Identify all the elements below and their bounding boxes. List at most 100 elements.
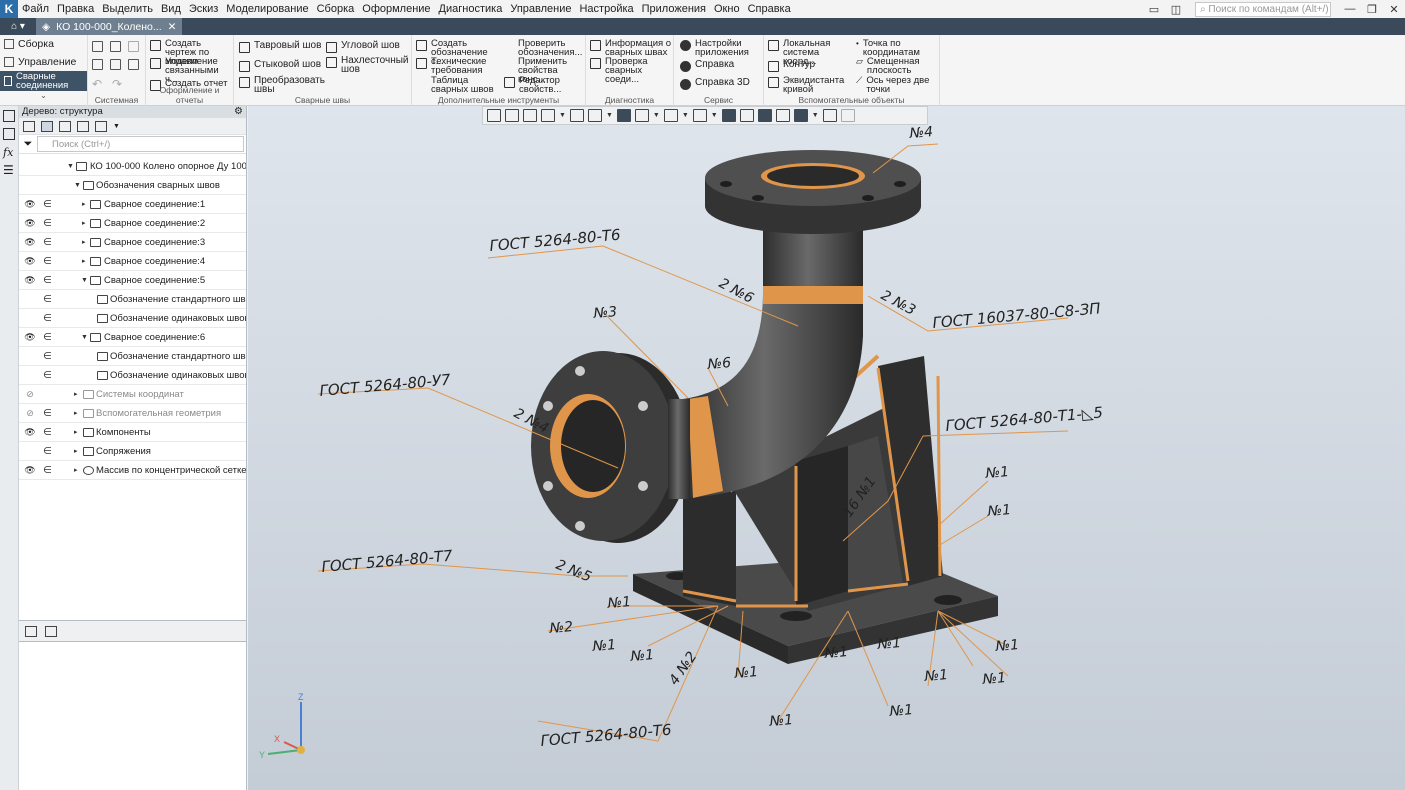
minimize-button[interactable]: — [1339,0,1361,18]
help-button[interactable]: Справка [680,60,734,72]
preview-icon[interactable] [110,59,121,70]
tree-row-std-notation[interactable]: ∈ Обозначение стандартного шва п [19,347,246,366]
annotation-n4[interactable]: №4 [908,124,934,142]
contour-button[interactable]: Контур [768,60,815,72]
tree-row-weld-1[interactable]: 👁 ∈ ▸ Сварное соединение:1 [19,195,246,214]
tree-row-weld-5[interactable]: 👁 ∈ ▼ Сварное соединение:5 [19,271,246,290]
annotation-n1[interactable]: №1 [994,637,1020,655]
tech-requirements-button[interactable]: Технические требования [416,57,502,75]
include-icon[interactable]: ∈ [43,370,53,381]
annotation-n1[interactable]: №1 [591,637,617,655]
tree-row-components[interactable]: 👁 ∈ ▸ Компоненты [19,423,246,442]
annotation-n1[interactable]: №1 [733,664,759,682]
tree-row-weld-2[interactable]: 👁 ∈ ▸ Сварное соединение:2 [19,214,246,233]
tree-structure-icon[interactable] [23,120,35,132]
menu-design[interactable]: Оформление [358,0,434,18]
check-notation-button[interactable]: Проверить обозначения... [518,39,586,58]
properties-panel-icon[interactable] [3,128,15,140]
annotation-gost-16037[interactable]: ГОСТ 16037-80-С8-ЗП [932,299,1101,332]
tree-row-coord-systems[interactable]: ⊘ ▸ Системы координат [19,385,246,404]
menu-management[interactable]: Управление [506,0,575,18]
eye-icon[interactable]: 👁 [24,465,36,476]
menu-assembly[interactable]: Сборка [313,0,359,18]
print-icon[interactable] [92,59,103,70]
expand-arrow-icon[interactable]: ▸ [82,257,86,265]
eye-icon[interactable]: 👁 [24,199,36,210]
expand-arrow-icon[interactable]: ▸ [82,238,86,246]
expand-arrow-icon[interactable]: ▸ [82,219,86,227]
menu-diagnostics[interactable]: Диагностика [435,0,507,18]
tree-row-std-notation[interactable]: ∈ Обозначение стандартного шва п [19,290,246,309]
expand-arrow-icon[interactable]: ▸ [74,390,78,398]
annotation-n1[interactable]: №1 [823,644,849,662]
expand-arrow-icon[interactable]: ▸ [74,466,78,474]
chevron-down-icon[interactable]: ▼ [113,123,120,130]
tee-weld-button[interactable]: Тавровый шов [239,41,321,53]
tree-row-weld-notations[interactable]: ▼ Обозначения сварных швов [19,176,246,195]
help-3d-button[interactable]: Справка 3D [680,78,750,90]
tree-row-same-notation[interactable]: ∈ Обозначение одинаковых швов п [19,309,246,328]
gear-icon[interactable]: ⚙ [234,106,243,118]
menu-modeling[interactable]: Моделирование [222,0,312,18]
include-icon[interactable]: ∈ [43,465,53,476]
expand-arrow-icon[interactable]: ▸ [74,428,78,436]
tree-row-mates[interactable]: ∈ ▸ Сопряжения [19,442,246,461]
restore-button[interactable]: ❐ [1361,0,1383,18]
include-icon[interactable]: ∈ [43,237,53,248]
undo-icon[interactable]: ↶ [92,77,102,91]
collapse-arrow-icon[interactable]: ▼ [81,334,88,341]
home-tab[interactable]: ⌂ ▾ [0,18,36,35]
tree-options-icon[interactable] [95,120,107,132]
menu-view[interactable]: Вид [157,0,185,18]
overlap-weld-button[interactable]: Нахлесточный шов [326,56,409,75]
tree-row-weld-3[interactable]: 👁 ∈ ▸ Сварное соединение:3 [19,233,246,252]
tree-row-weld-6[interactable]: 👁 ∈ ▼ Сварное соединение:6 [19,328,246,347]
new-file-icon[interactable] [92,41,103,52]
collapse-arrow-icon[interactable]: ▼ [81,277,88,284]
menu-help[interactable]: Справка [744,0,795,18]
weld-check-button[interactable]: Проверка сварных соеди... [590,57,674,84]
include-icon[interactable]: ∈ [43,275,53,286]
annotation-n1[interactable]: №1 [876,635,902,653]
expand-arrow-icon[interactable]: ▸ [82,200,86,208]
annotation-n1[interactable]: №1 [606,594,632,612]
annotation-n3[interactable]: №3 [592,304,618,322]
include-icon[interactable]: ∈ [43,427,53,438]
tree-tab-icon[interactable] [25,625,37,637]
equidistant-button[interactable]: Эквидистанта кривой [768,76,854,94]
collapse-arrow-icon[interactable]: ▼ [67,163,74,170]
axis-two-points-button[interactable]: ⟋ Ось через две точки [856,76,938,95]
tree-search-input[interactable]: Поиск (Ctrl+/) [37,136,244,152]
menu-window[interactable]: Окно [710,0,744,18]
offset-plane-button[interactable]: ▱ Смещенная плоскость [856,57,938,76]
save-icon[interactable] [128,41,139,52]
annotation-n1[interactable]: №1 [888,702,914,720]
menu-apps[interactable]: Приложения [638,0,710,18]
annotation-n1[interactable]: №1 [984,464,1010,482]
include-icon[interactable]: ∈ [43,408,53,419]
annotation-n1[interactable]: №1 [629,647,655,665]
tree-components-icon[interactable] [59,120,71,132]
eye-icon[interactable]: 👁 [24,275,36,286]
annotation-n1[interactable]: №1 [986,502,1012,520]
annotation-gost-t7[interactable]: ГОСТ 5264-80-Т7 [321,547,454,576]
tree-row-same-notation[interactable]: ∈ Обозначение одинаковых швов п [19,366,246,385]
include-icon[interactable]: ∈ [43,218,53,229]
point-coords-button[interactable]: • Точка по координатам [856,39,938,58]
app-settings-button[interactable]: Настройки приложения [680,39,762,57]
mode-welds[interactable]: Сварные соединения [0,71,87,91]
include-icon[interactable]: ∈ [43,256,53,267]
annotation-2-n6[interactable]: 2 №6 [716,275,756,306]
mode-assembly[interactable]: Сборка [0,35,87,53]
include-icon[interactable]: ∈ [43,294,53,305]
menu-settings[interactable]: Настройка [575,0,637,18]
axis-triad[interactable]: Z X Y [256,690,316,760]
menu-select[interactable]: Выделить [98,0,157,18]
expand-arrow-icon[interactable]: ▸ [74,447,78,455]
layout-icon[interactable]: ▭ [1143,0,1165,18]
include-icon[interactable]: ∈ [43,332,53,343]
screen-icon[interactable]: ◫ [1165,0,1187,18]
save-all-icon[interactable] [128,59,139,70]
command-search-input[interactable]: ⌕ Поиск по командам (Alt+/) [1195,1,1331,17]
variables-icon[interactable]: fx [3,146,18,159]
